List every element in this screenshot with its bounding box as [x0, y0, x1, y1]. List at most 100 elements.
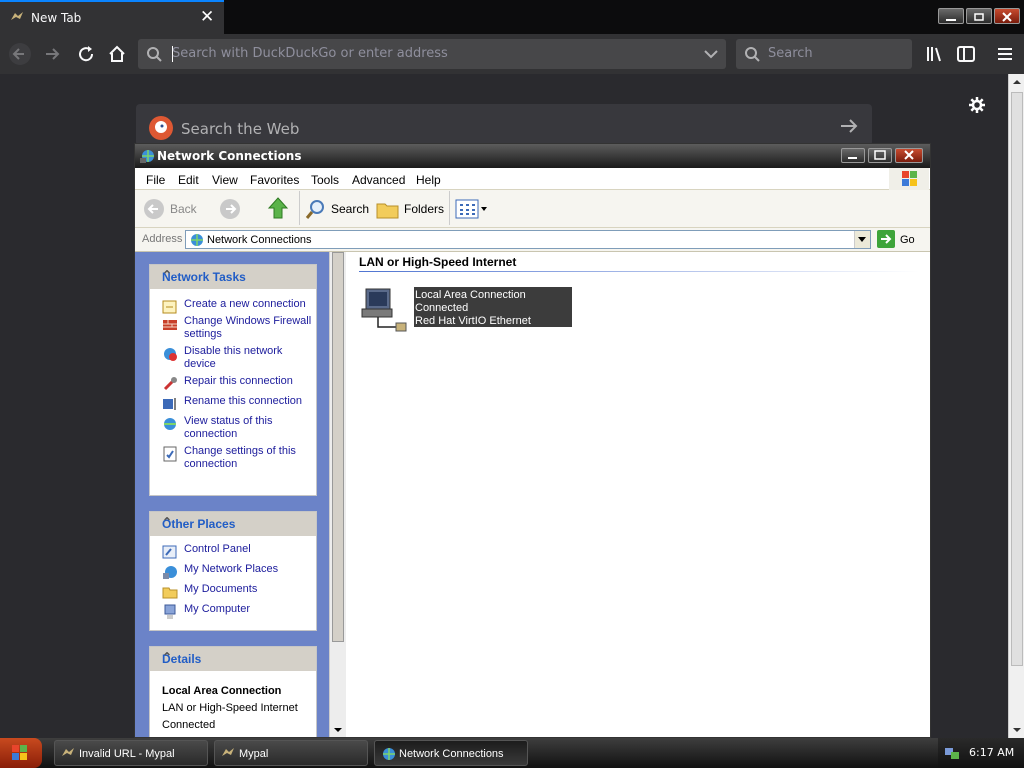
local-area-connection-item[interactable]: Local Area Connection Connected Red Hat … — [360, 287, 575, 340]
win-close-button[interactable] — [895, 148, 923, 163]
up-folder-icon[interactable] — [267, 196, 289, 222]
back-icon[interactable] — [8, 42, 32, 66]
web-search-text: Search the Web — [181, 120, 300, 138]
place-my-documents[interactable]: My Documents — [150, 583, 316, 599]
scroll-down-icon[interactable] — [1012, 725, 1022, 735]
gear-icon[interactable] — [967, 95, 987, 115]
task-view-status[interactable]: View status of this connection — [150, 415, 316, 441]
other-places-header[interactable]: Other Places ⌃ — [150, 512, 316, 536]
connection-adapter: Red Hat VirtIO Ethernet Adapter — [415, 315, 531, 340]
collapse-icon[interactable]: ⌃ — [162, 515, 307, 529]
mypal-icon — [62, 748, 74, 756]
views-icon[interactable] — [455, 198, 489, 220]
taskbar-item-network-connections[interactable]: Network Connections — [374, 740, 528, 766]
task-label: Repair this connection — [184, 375, 293, 387]
close-button[interactable] — [994, 8, 1020, 24]
connection-label: Local Area Connection Connected Red Hat … — [414, 287, 572, 340]
place-my-computer[interactable]: My Computer — [150, 603, 316, 619]
network-connections-window: Network Connections File Edit View Favor… — [134, 143, 931, 738]
task-label: Rename this connection — [184, 395, 303, 407]
go-label: Go — [900, 234, 915, 246]
task-change-settings[interactable]: Change settings of this connection — [150, 445, 316, 471]
details-header[interactable]: Details ⌃ — [150, 647, 316, 671]
network-places-icon — [163, 566, 177, 579]
search-bar[interactable]: Search — [736, 39, 912, 69]
toolbar-divider — [449, 191, 450, 225]
search-button[interactable]: Search — [305, 198, 370, 220]
forward-icon[interactable] — [40, 42, 64, 66]
menu-advanced[interactable]: Advanced — [352, 173, 405, 187]
clock[interactable]: 6:17 AM — [969, 746, 1014, 759]
taskbar-item-mypal[interactable]: Mypal — [214, 740, 368, 766]
task-label: Change settings of this connection — [184, 445, 296, 470]
taskbar-label: Mypal — [239, 748, 269, 760]
network-globe-icon — [383, 748, 395, 760]
control-panel-icon — [162, 545, 177, 559]
web-search-card[interactable]: Search the Web — [136, 104, 872, 146]
arrow-right-icon[interactable] — [840, 118, 858, 134]
place-control-panel[interactable]: Control Panel — [150, 543, 316, 559]
other-places-panel: Other Places ⌃ Control Panel My Network P… — [149, 511, 317, 631]
reload-icon[interactable] — [74, 42, 98, 66]
menu-edit[interactable]: Edit — [178, 173, 199, 187]
taskbar-item-invalid-url[interactable]: Invalid URL - Mypal — [54, 740, 208, 766]
place-network-places[interactable]: My Network Places — [150, 563, 316, 579]
network-tray-icon[interactable] — [944, 745, 960, 761]
tab-new-tab[interactable]: New Tab ✕ — [0, 0, 224, 34]
url-bar[interactable]: Search with DuckDuckGo or enter address — [138, 39, 726, 69]
url-placeholder: Search with DuckDuckGo or enter address — [172, 46, 448, 61]
address-field[interactable]: Network Connections — [185, 230, 871, 249]
task-firewall-settings[interactable]: Change Windows Firewall settings — [150, 315, 316, 341]
task-repair-connection[interactable]: Repair this connection — [150, 375, 316, 391]
library-icon[interactable] — [923, 42, 947, 66]
scrollbar-thumb[interactable] — [1011, 92, 1023, 666]
win-minimize-button[interactable] — [841, 148, 865, 163]
magnifier-icon — [305, 200, 324, 219]
new-connection-icon — [162, 300, 177, 314]
menu-icon[interactable] — [993, 42, 1017, 66]
tab-close-icon[interactable]: ✕ — [200, 7, 214, 27]
details-panel: Details ⌃ Local Area Connection LAN or Hi… — [149, 646, 317, 737]
toolbar-divider — [299, 191, 300, 225]
window-title-bar[interactable]: Network Connections — [135, 144, 930, 168]
menu-tools[interactable]: Tools — [311, 173, 339, 187]
page-scrollbar[interactable] — [1008, 74, 1024, 738]
scroll-down-icon[interactable] — [333, 725, 343, 735]
task-rename-connection[interactable]: Rename this connection — [150, 395, 316, 410]
network-tasks-header[interactable]: Network Tasks ⌃ — [150, 265, 316, 289]
windows-flag-icon — [12, 745, 27, 760]
repair-icon — [163, 377, 177, 391]
duckduckgo-icon — [149, 116, 173, 140]
collapse-icon[interactable]: ⌃ — [162, 650, 307, 664]
address-dropdown-button[interactable] — [854, 231, 870, 248]
task-pane-scroll-thumb[interactable] — [332, 252, 344, 642]
connection-name: Local Area Connection — [415, 289, 526, 301]
menu-view[interactable]: View — [212, 173, 238, 187]
go-button[interactable]: Go — [877, 230, 921, 249]
group-divider — [359, 271, 919, 272]
win-maximize-button[interactable] — [868, 148, 892, 163]
collapse-icon[interactable]: ⌃ — [162, 268, 307, 282]
sidebar-icon[interactable] — [954, 42, 978, 66]
toolbar: Back Search Folders — [135, 190, 930, 228]
restore-button[interactable] — [966, 8, 992, 24]
menu-favorites[interactable]: Favorites — [250, 173, 299, 187]
minimize-button[interactable] — [938, 8, 964, 24]
task-pane: Network Tasks ⌃ Create a new connection C… — [135, 252, 345, 737]
menu-help[interactable]: Help — [416, 173, 441, 187]
chevron-down-icon[interactable] — [704, 48, 718, 60]
task-pane-scrollbar[interactable] — [329, 252, 346, 737]
task-label: Change Windows Firewall settings — [184, 315, 312, 340]
task-create-connection[interactable]: Create a new connection — [150, 298, 316, 314]
tab-title: New Tab — [31, 11, 82, 25]
home-icon[interactable] — [105, 42, 129, 66]
task-disable-device[interactable]: Disable this network device — [150, 345, 316, 371]
scroll-up-icon[interactable] — [1012, 77, 1022, 87]
menu-file[interactable]: File — [146, 173, 165, 187]
forward-button[interactable] — [219, 198, 241, 220]
start-button[interactable] — [0, 738, 42, 768]
search-label: Search — [331, 202, 370, 216]
folders-button[interactable]: Folders — [376, 198, 444, 220]
back-button[interactable]: Back — [143, 198, 203, 220]
taskbar: Invalid URL - Mypal Mypal Network Connec… — [0, 738, 1024, 768]
